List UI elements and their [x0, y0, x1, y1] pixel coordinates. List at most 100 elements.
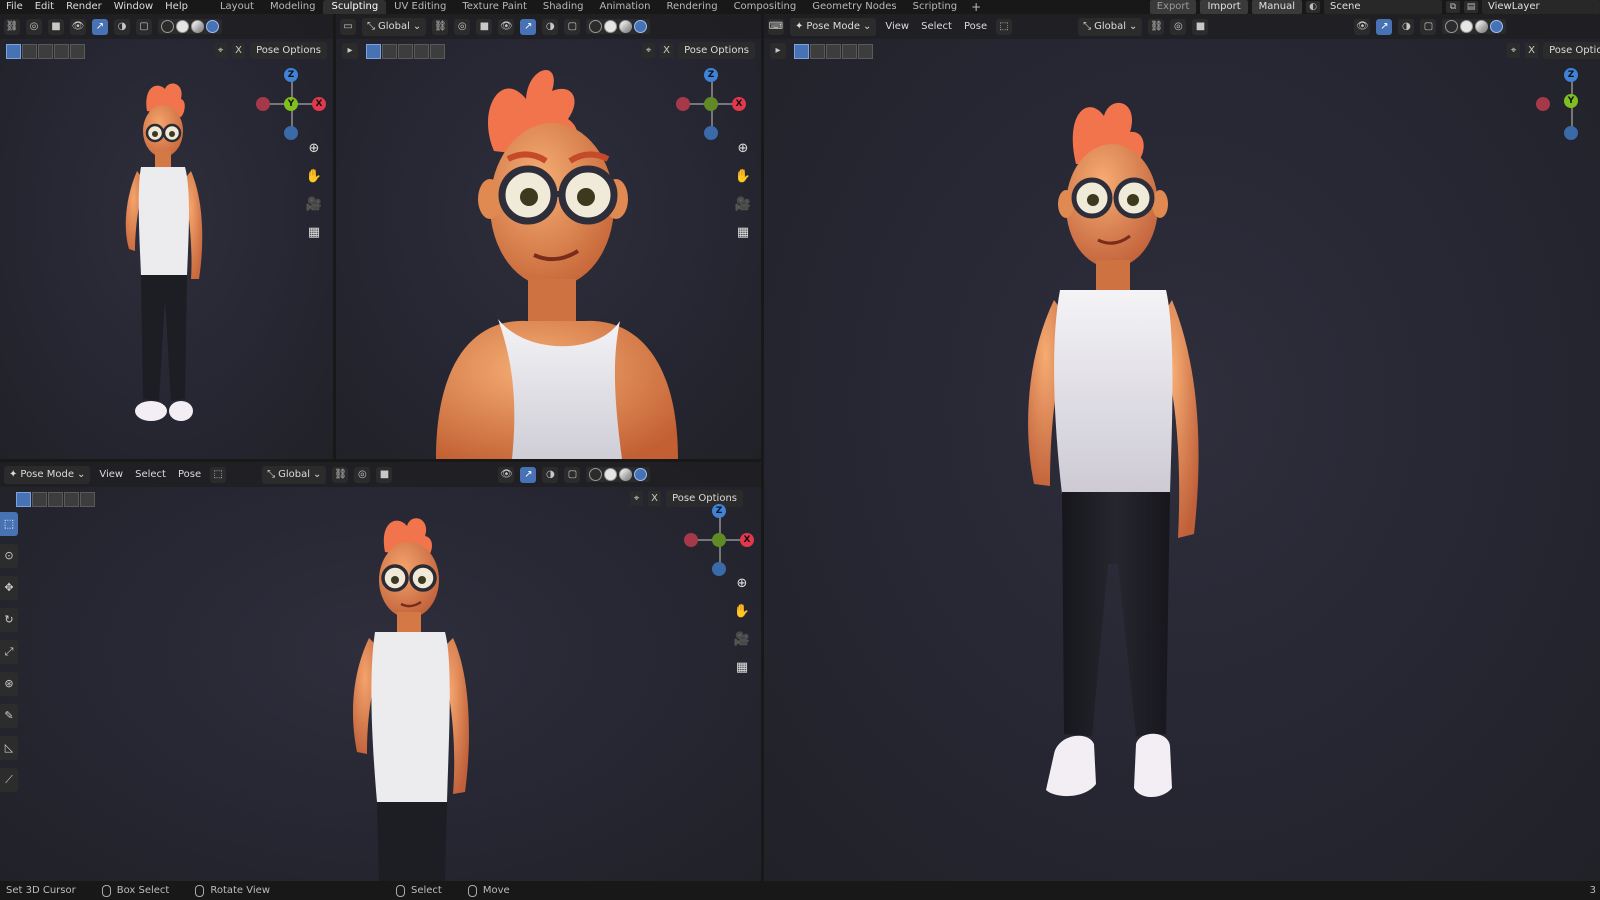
- select-extend-icon[interactable]: [810, 43, 825, 59]
- viewport-bottom-left[interactable]: ✦ Pose Mode ⌄ View Select Pose ⬚ ⤡ Global ⌄ …: [0, 462, 761, 881]
- gizmo-x-axis[interactable]: X: [312, 97, 326, 111]
- orientation-dropdown[interactable]: ⤡ Global ⌄: [262, 465, 327, 484]
- tab-texture-paint[interactable]: Texture Paint: [454, 0, 535, 14]
- select-invert-icon[interactable]: [414, 43, 429, 59]
- square-icon[interactable]: ■: [1192, 18, 1209, 35]
- gizmo-x-axis[interactable]: X: [740, 533, 754, 547]
- gizmo-z-axis[interactable]: Z: [712, 504, 726, 518]
- gizmo-toggle-icon[interactable]: ↗: [1376, 18, 1393, 35]
- select-box-tool-icon[interactable]: ⬚: [0, 512, 18, 536]
- gizmo-y-axis[interactable]: [712, 533, 726, 547]
- gizmo-z-axis[interactable]: Z: [704, 68, 718, 82]
- menu-pose[interactable]: Pose: [175, 469, 204, 480]
- import-button[interactable]: Import: [1200, 0, 1248, 14]
- select-intersect-icon[interactable]: [70, 43, 85, 59]
- select-invert-icon[interactable]: [842, 43, 857, 59]
- mirror-icon[interactable]: ⌖: [1507, 43, 1521, 58]
- grid-icon[interactable]: ▦: [732, 658, 752, 678]
- gizmo-y-axis[interactable]: Y: [1564, 94, 1578, 108]
- tab-animation[interactable]: Animation: [592, 0, 659, 14]
- move-tool-icon[interactable]: ✥: [0, 576, 18, 600]
- tab-sculpting[interactable]: Sculpting: [323, 0, 387, 14]
- rendered-shading-icon[interactable]: [634, 20, 648, 33]
- manual-button[interactable]: Manual: [1251, 0, 1302, 14]
- gizmo-x-axis[interactable]: X: [732, 97, 746, 111]
- gizmo-y-axis[interactable]: [704, 97, 718, 111]
- gizmo-toggle-icon[interactable]: ↗: [520, 466, 537, 483]
- eye-icon[interactable]: 👁: [498, 18, 515, 35]
- gizmo-neg-x-axis[interactable]: [684, 533, 698, 547]
- pose-options-dropdown[interactable]: Pose Options: [678, 42, 755, 59]
- tool-icon[interactable]: ▸: [770, 43, 786, 59]
- select-subtract-icon[interactable]: [38, 43, 53, 59]
- menu-render[interactable]: Render: [60, 0, 108, 14]
- gizmo-neg-x-axis[interactable]: [256, 97, 270, 111]
- tab-uv-editing[interactable]: UV Editing: [386, 0, 454, 14]
- solid-shading-icon[interactable]: [1460, 20, 1474, 33]
- gizmo-z-axis[interactable]: Z: [1564, 68, 1578, 82]
- pose-extra-icon[interactable]: ⬚: [996, 18, 1013, 35]
- tab-scripting[interactable]: Scripting: [905, 0, 965, 14]
- wireframe-shading-icon[interactable]: [589, 20, 603, 33]
- overlay-icon[interactable]: ◑: [114, 18, 130, 35]
- navigation-gizmo[interactable]: Z Y: [1532, 66, 1600, 146]
- xray-icon[interactable]: ▢: [136, 18, 152, 35]
- menu-window[interactable]: Window: [108, 0, 159, 14]
- wireframe-shading-icon[interactable]: [161, 20, 174, 33]
- select-invert-icon[interactable]: [54, 43, 69, 59]
- camera-icon[interactable]: 🎥: [732, 630, 752, 650]
- zoom-icon[interactable]: ⊕: [733, 139, 753, 159]
- select-extend-icon[interactable]: [22, 43, 37, 59]
- menu-select[interactable]: Select: [132, 469, 169, 480]
- copy-scene-icon[interactable]: ⧉: [1446, 1, 1460, 13]
- add-workspace-icon[interactable]: +: [965, 0, 987, 14]
- scene-icon[interactable]: ◐: [1306, 1, 1320, 13]
- select-new-icon[interactable]: [366, 43, 381, 59]
- viewport-top-center[interactable]: ▭ ⤡ Global ⌄ ⛓ ◎ ■ 👁 ↗ ◑ ▢ ▸ ⌖ X Pose Opti…: [336, 14, 761, 459]
- select-extend-icon[interactable]: [32, 491, 47, 507]
- xray-icon[interactable]: ▢: [564, 18, 581, 35]
- export-button[interactable]: Export: [1149, 0, 1197, 14]
- solid-shading-icon[interactable]: [604, 20, 618, 33]
- navigation-gizmo[interactable]: Z X Y: [252, 66, 332, 146]
- camera-icon[interactable]: 🎥: [304, 195, 324, 215]
- eye-icon[interactable]: 👁: [498, 466, 515, 483]
- pose-options-dropdown[interactable]: Pose Options: [1543, 42, 1600, 59]
- link-icon[interactable]: ⛓: [4, 18, 20, 35]
- menu-select[interactable]: Select: [918, 21, 955, 32]
- pose-options-dropdown[interactable]: Pose Options: [250, 42, 327, 59]
- pivot-icon[interactable]: ⛓: [432, 18, 449, 35]
- view-layer-field[interactable]: ViewLayer: [1482, 0, 1600, 14]
- menu-pose[interactable]: Pose: [961, 21, 990, 32]
- mirror-icon[interactable]: ⌖: [214, 43, 228, 58]
- material-shading-icon[interactable]: [619, 468, 633, 481]
- tab-compositing[interactable]: Compositing: [726, 0, 805, 14]
- viewport-top-left[interactable]: ⛓ ◎ ■ 👁 ↗ ◑ ▢ ⌖ X Pose Options Z X Y ⊕ ✋…: [0, 14, 333, 459]
- editor-type-icon[interactable]: ⌨: [768, 18, 784, 35]
- eye-icon[interactable]: 👁: [70, 18, 86, 35]
- mirror-icon[interactable]: ⌖: [642, 43, 656, 58]
- tab-geometry-nodes[interactable]: Geometry Nodes: [804, 0, 904, 14]
- pivot-icon[interactable]: ⛓: [332, 466, 349, 483]
- gizmo-neg-x-axis[interactable]: [1536, 97, 1550, 111]
- material-shading-icon[interactable]: [1475, 20, 1489, 33]
- select-intersect-icon[interactable]: [80, 491, 95, 507]
- x-mirror-toggle[interactable]: X: [648, 491, 662, 506]
- scene-field[interactable]: Scene: [1324, 0, 1442, 14]
- snap-icon[interactable]: ◎: [1170, 18, 1187, 35]
- x-mirror-toggle[interactable]: X: [660, 43, 674, 58]
- editor-type-icon[interactable]: ▭: [340, 18, 356, 35]
- overlay-icon[interactable]: ◑: [542, 18, 559, 35]
- orientation-dropdown[interactable]: ⤡ Global ⌄: [1078, 17, 1143, 36]
- viewport-right-main[interactable]: ⌨ ✦ Pose Mode ⌄ View Select Pose ⬚ ⤡ Global…: [764, 14, 1600, 881]
- xray-icon[interactable]: ▢: [564, 466, 581, 483]
- orientation-dropdown[interactable]: ⤡ Global ⌄: [362, 17, 427, 36]
- select-invert-icon[interactable]: [64, 491, 79, 507]
- pan-hand-icon[interactable]: ✋: [304, 167, 324, 187]
- camera-icon[interactable]: 🎥: [733, 195, 753, 215]
- select-subtract-icon[interactable]: [826, 43, 841, 59]
- grid-icon[interactable]: ▦: [304, 223, 324, 243]
- pan-hand-icon[interactable]: ✋: [732, 602, 752, 622]
- solid-shading-icon[interactable]: [176, 20, 189, 33]
- overlay-icon[interactable]: ◑: [1398, 18, 1415, 35]
